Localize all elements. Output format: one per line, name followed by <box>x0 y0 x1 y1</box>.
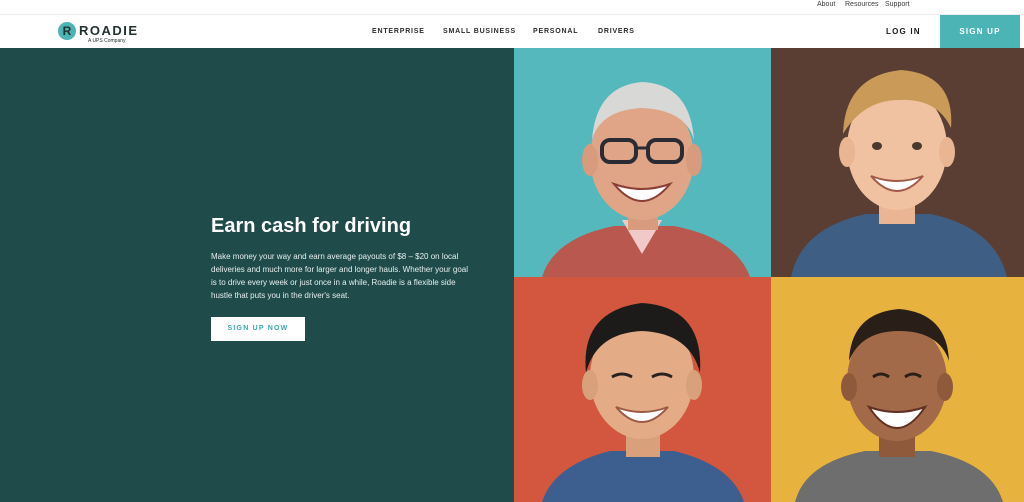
hero-panel: Earn cash for driving Make money your wa… <box>0 48 514 502</box>
photo-tile-man <box>514 277 771 502</box>
hero-description: Make money your way and earn average pay… <box>211 252 469 300</box>
login-link[interactable]: LOG IN <box>886 27 921 36</box>
young-man-photo <box>791 70 1007 277</box>
photo-tile-older-man <box>514 48 771 277</box>
sign-up-now-button[interactable]: SIGN UP NOW <box>211 317 305 341</box>
utility-link-support[interactable]: Support <box>885 1 910 8</box>
woman-photo <box>795 309 1003 502</box>
site-header: R ROADIE A UPS Company ENTERPRISE SMALL … <box>0 14 1024 49</box>
logo-mark-letter: R <box>62 24 72 38</box>
nav-drivers[interactable]: DRIVERS <box>598 28 635 35</box>
utility-link-resources[interactable]: Resources <box>845 1 878 8</box>
photo-tile-young-man <box>771 48 1024 277</box>
hero-title: Earn cash for driving <box>211 215 412 237</box>
older-man-photo <box>542 82 750 277</box>
signup-button[interactable]: SIGN UP <box>940 15 1020 49</box>
utility-link-about[interactable]: About <box>817 1 835 8</box>
nav-enterprise[interactable]: ENTERPRISE <box>372 28 425 35</box>
photo-tile-woman <box>771 277 1024 502</box>
nav-small-business[interactable]: SMALL BUSINESS <box>443 28 516 35</box>
logo-subtitle: A UPS Company <box>88 38 126 44</box>
man-photo <box>542 303 744 502</box>
nav-personal[interactable]: PERSONAL <box>533 28 578 35</box>
logo-wordmark: ROADIE <box>79 23 139 38</box>
roadie-logo[interactable]: R ROADIE A UPS Company <box>58 21 168 45</box>
utility-nav: About Resources Support <box>0 0 1024 14</box>
logo-mark-icon: R <box>58 22 76 40</box>
